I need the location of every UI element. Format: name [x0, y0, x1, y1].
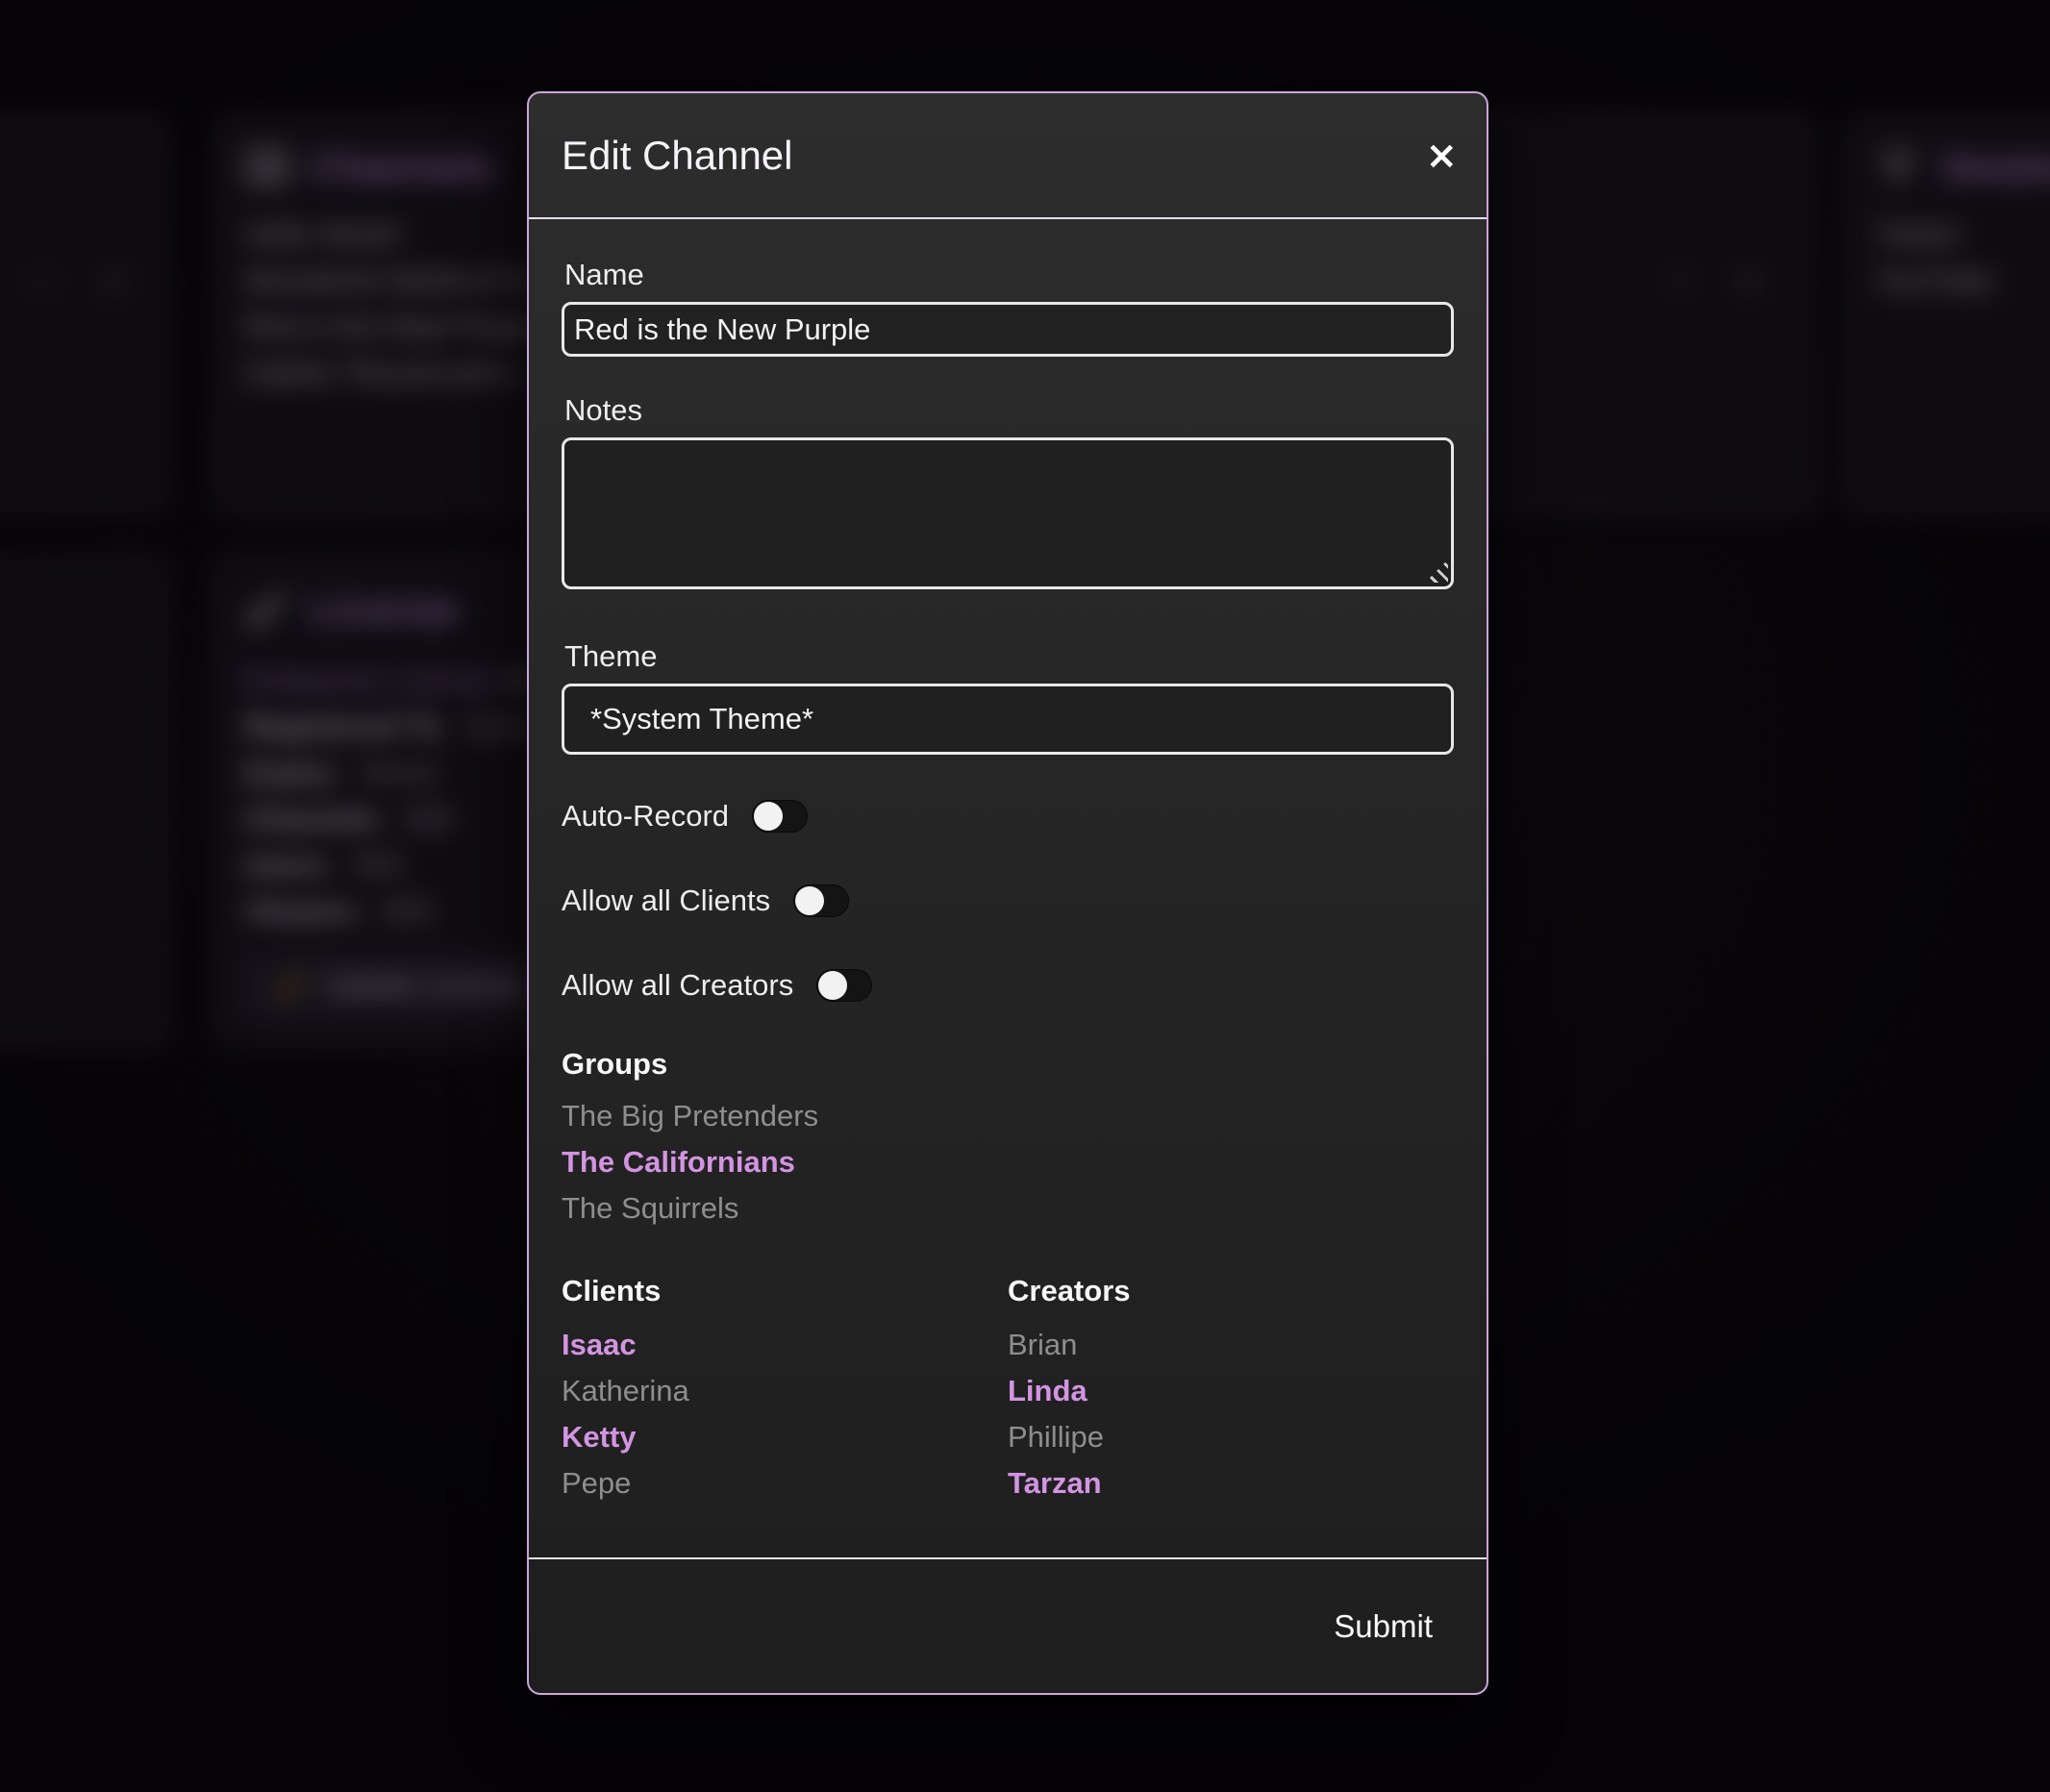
name-label: Name	[564, 258, 1454, 292]
clients-list: Isaac Katherina Ketty Pepe	[562, 1322, 1008, 1506]
edit-channel-modal: Edit Channel × Name Notes Theme *System …	[527, 91, 1488, 1695]
theme-select[interactable]: *System Theme*	[562, 684, 1454, 755]
allow-all-clients-row: Allow all Clients	[562, 884, 1454, 918]
client-option[interactable]: Isaac	[562, 1322, 1008, 1368]
auto-record-label: Auto-Record	[562, 799, 729, 834]
creators-column: Creators Brian Linda Phillipe Tarzan	[1008, 1268, 1454, 1506]
close-icon[interactable]: ×	[1425, 137, 1458, 175]
theme-selected-value: *System Theme*	[590, 702, 813, 736]
allow-all-clients-label: Allow all Clients	[562, 884, 770, 918]
modal-title: Edit Channel	[562, 133, 793, 179]
notes-input[interactable]	[562, 437, 1454, 589]
clients-column: Clients Isaac Katherina Ketty Pepe	[562, 1268, 1008, 1506]
modal-body: Name Notes Theme *System Theme* Auto-Rec…	[529, 219, 1487, 1557]
name-input[interactable]	[562, 302, 1454, 357]
notes-field-wrap	[562, 437, 1454, 589]
clients-heading: Clients	[562, 1268, 1008, 1314]
auto-record-row: Auto-Record	[562, 799, 1454, 834]
groups-heading: Groups	[562, 1047, 1454, 1082]
modal-footer: Submit	[529, 1557, 1487, 1693]
group-option[interactable]: The Squirrels	[562, 1185, 1454, 1232]
notes-label: Notes	[564, 393, 1454, 428]
toggle-knob	[754, 802, 783, 831]
theme-label: Theme	[564, 639, 1454, 674]
allow-all-clients-toggle[interactable]	[793, 884, 849, 917]
group-option[interactable]: The Californians	[562, 1139, 1454, 1185]
allow-all-creators-label: Allow all Creators	[562, 968, 793, 1003]
creator-option[interactable]: Linda	[1008, 1368, 1454, 1414]
toggle-knob	[818, 971, 847, 1000]
creator-option[interactable]: Tarzan	[1008, 1460, 1454, 1506]
creator-option[interactable]: Phillipe	[1008, 1414, 1454, 1460]
allow-all-creators-row: Allow all Creators	[562, 968, 1454, 1003]
creators-list: Brian Linda Phillipe Tarzan	[1008, 1322, 1454, 1506]
submit-button[interactable]: Submit	[1334, 1608, 1433, 1645]
client-option[interactable]: Pepe	[562, 1460, 1008, 1506]
toggle-knob	[795, 886, 824, 915]
clients-creators-columns: Clients Isaac Katherina Ketty Pepe Creat…	[562, 1268, 1454, 1506]
modal-header: Edit Channel ×	[529, 93, 1487, 219]
groups-list: The Big Pretenders The Californians The …	[562, 1093, 1454, 1232]
creators-heading: Creators	[1008, 1268, 1454, 1314]
group-option[interactable]: The Big Pretenders	[562, 1093, 1454, 1139]
client-option[interactable]: Ketty	[562, 1414, 1008, 1460]
client-option[interactable]: Katherina	[562, 1368, 1008, 1414]
allow-all-creators-toggle[interactable]	[816, 969, 872, 1002]
creator-option[interactable]: Brian	[1008, 1322, 1454, 1368]
auto-record-toggle[interactable]	[752, 800, 808, 833]
